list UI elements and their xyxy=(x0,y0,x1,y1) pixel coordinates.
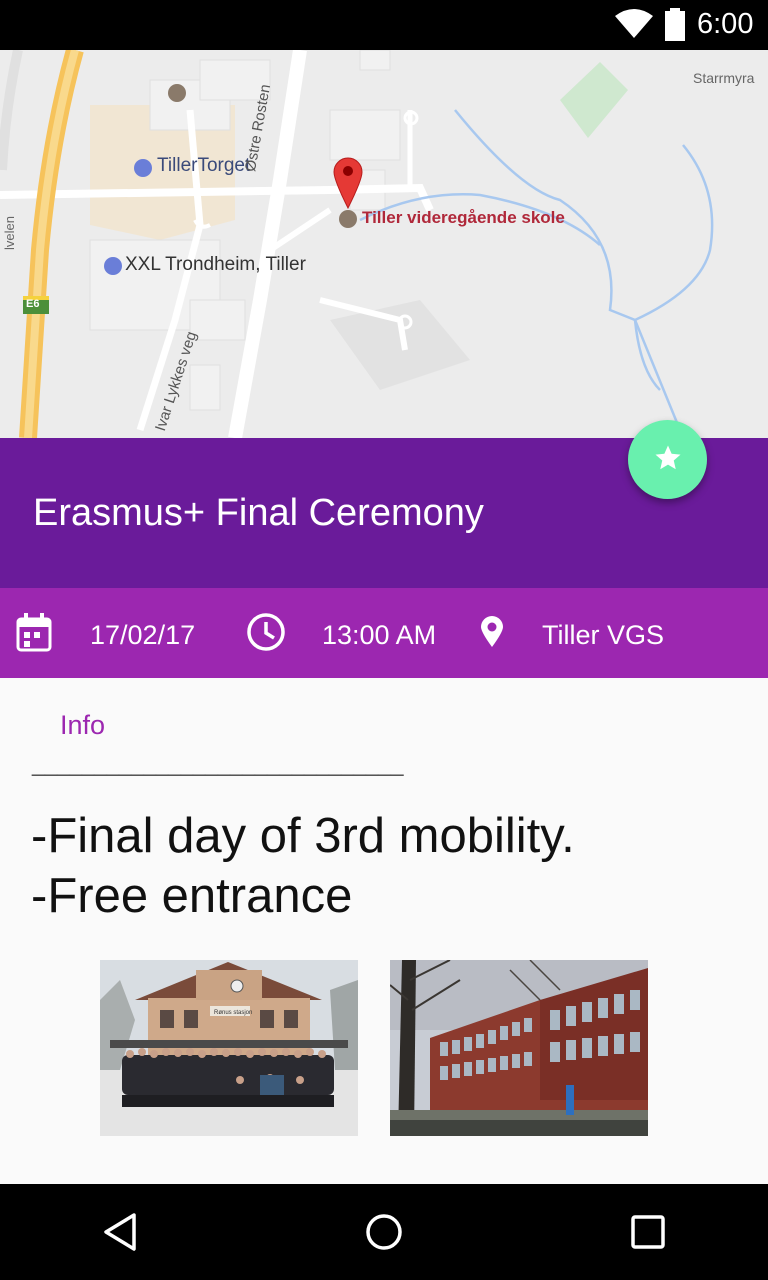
home-button[interactable] xyxy=(362,1210,406,1254)
event-location: Tiller VGS xyxy=(542,620,665,650)
map-label-e6: E6 xyxy=(26,298,40,310)
map-label-left-road: lvelen xyxy=(2,216,17,250)
back-button[interactable] xyxy=(98,1210,142,1254)
recents-button[interactable] xyxy=(626,1210,670,1254)
map-label-starrmyra: Starrmyra xyxy=(693,70,755,86)
event-details: 17/02/17 13:00 AM Tiller VGS xyxy=(0,588,768,678)
map-label-school: Tiller videregående skole xyxy=(362,208,565,227)
photo-group-station[interactable]: Rønus stasjon xyxy=(100,960,358,1136)
event-time: 13:00 AM xyxy=(322,620,437,650)
station-sign: Rønus stasjon xyxy=(214,1010,252,1016)
status-time: 6:00 xyxy=(697,8,754,40)
map-view[interactable]: TillerTorget XXL Trondheim, Tiller Tille… xyxy=(0,50,768,438)
event-description: -Final day of 3rd mobility. -Free entran… xyxy=(31,809,575,923)
info-label: Info xyxy=(60,710,106,740)
info-divider: ______________________________ xyxy=(32,750,403,777)
status-bar: 6:00 xyxy=(0,0,768,50)
photo-school-building[interactable] xyxy=(390,960,648,1136)
star-icon xyxy=(653,443,683,477)
favorite-fab[interactable] xyxy=(628,420,707,499)
system-nav-bar xyxy=(0,1184,768,1280)
calendar-icon xyxy=(16,612,52,656)
event-date: 17/02/17 xyxy=(90,620,196,650)
clock-icon xyxy=(246,612,286,656)
location-pin-icon xyxy=(480,616,504,652)
map-label-xxl: XXL Trondheim, Tiller xyxy=(125,254,306,275)
battery-icon xyxy=(664,8,686,46)
wifi-icon xyxy=(614,8,654,44)
map-label-tillertorget: TillerTorget xyxy=(157,155,251,176)
event-title: Erasmus+ Final Ceremony xyxy=(33,492,484,534)
